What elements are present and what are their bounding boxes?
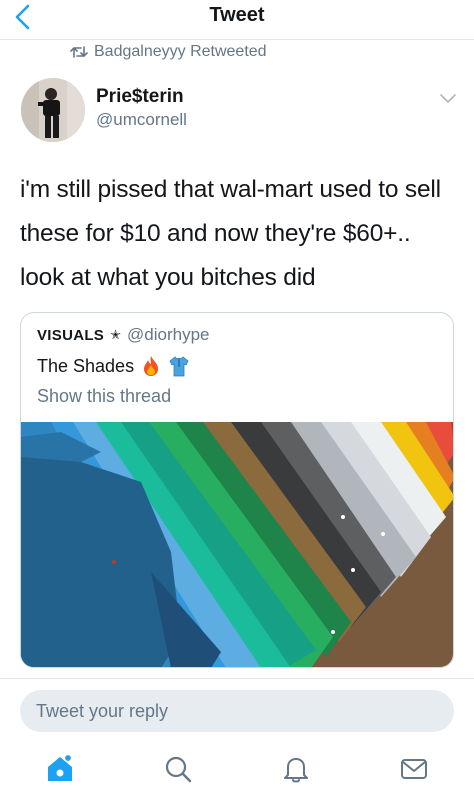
show-thread-link[interactable]: Show this thread (37, 386, 171, 407)
quoted-author-name: VISUALS (37, 326, 105, 344)
author-display-name[interactable]: Prie$terin (96, 86, 184, 108)
retweet-context: Badgalneyyy Retweeted (70, 42, 267, 62)
quoted-media-image[interactable] (21, 422, 454, 668)
avatar[interactable] (21, 78, 85, 142)
messages-icon[interactable] (398, 753, 430, 785)
search-icon[interactable] (162, 753, 194, 785)
star-icon: ✭ (110, 327, 122, 342)
shirt-icon (169, 356, 189, 377)
quoted-author: VISUALS ✭ @diorhype (37, 325, 210, 345)
top-bar: Tweet (0, 0, 474, 40)
avatar-photo (21, 78, 85, 142)
author-handle[interactable]: @umcornell (96, 110, 187, 130)
fire-icon (144, 356, 159, 376)
quoted-text-row: The Shades (37, 355, 190, 377)
bottom-tab-bar (0, 745, 474, 795)
page-title: Tweet (209, 4, 265, 26)
quoted-author-handle: @diorhype (127, 325, 210, 344)
home-icon[interactable] (44, 753, 76, 785)
reply-input[interactable]: Tweet your reply (20, 690, 454, 732)
notifications-icon[interactable] (280, 753, 312, 785)
quoted-tweet[interactable]: VISUALS ✭ @diorhype The Shades Show this… (20, 312, 454, 668)
tweet-text: i'm still pissed that wal-mart used to s… (20, 176, 441, 291)
quoted-text: The Shades (37, 355, 135, 376)
reply-divider (0, 678, 474, 679)
retweet-icon (70, 46, 88, 58)
reply-placeholder: Tweet your reply (36, 701, 169, 721)
retweet-label[interactable]: Badgalneyyy Retweeted (94, 43, 267, 61)
chevron-down-icon[interactable] (440, 94, 456, 104)
